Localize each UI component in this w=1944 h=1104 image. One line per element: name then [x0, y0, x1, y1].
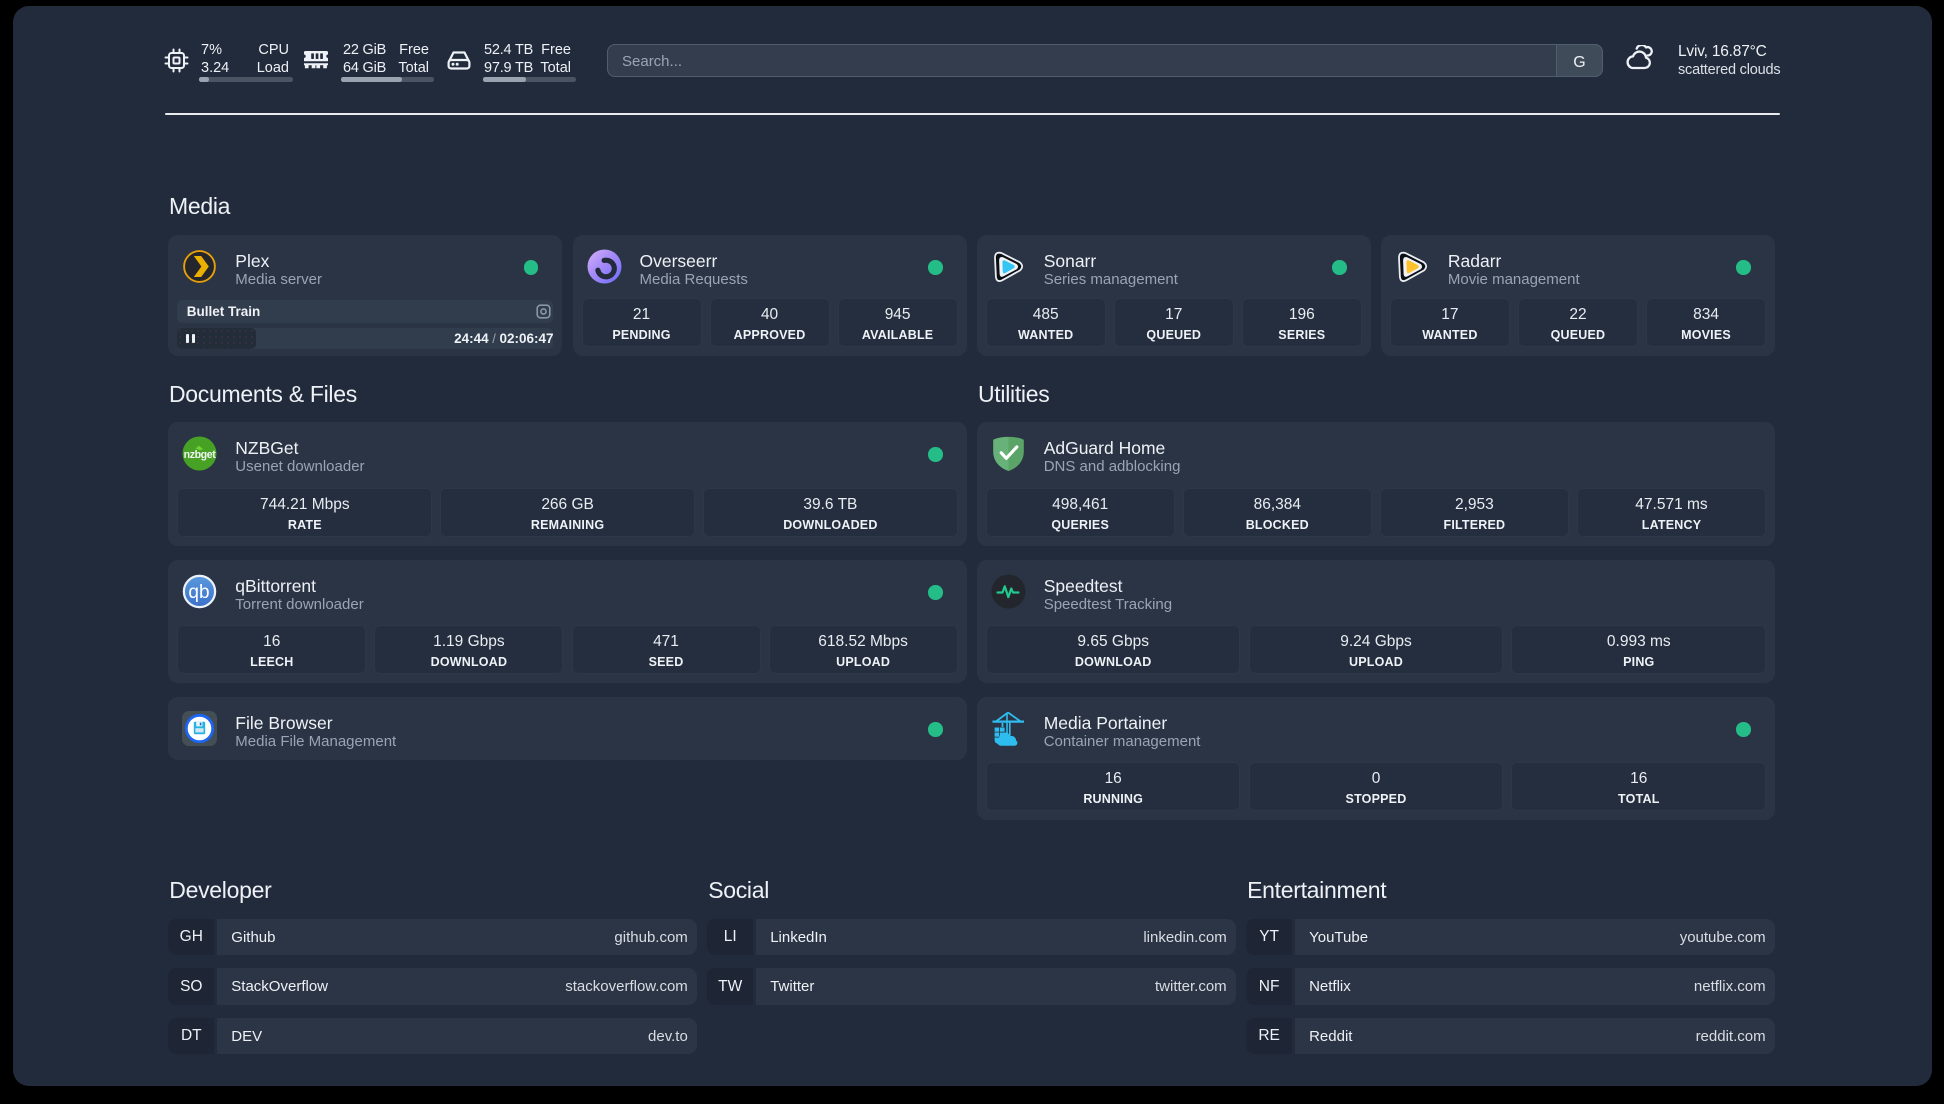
svg-text:nzbget: nzbget — [184, 449, 217, 461]
svg-text:qb: qb — [189, 582, 210, 603]
